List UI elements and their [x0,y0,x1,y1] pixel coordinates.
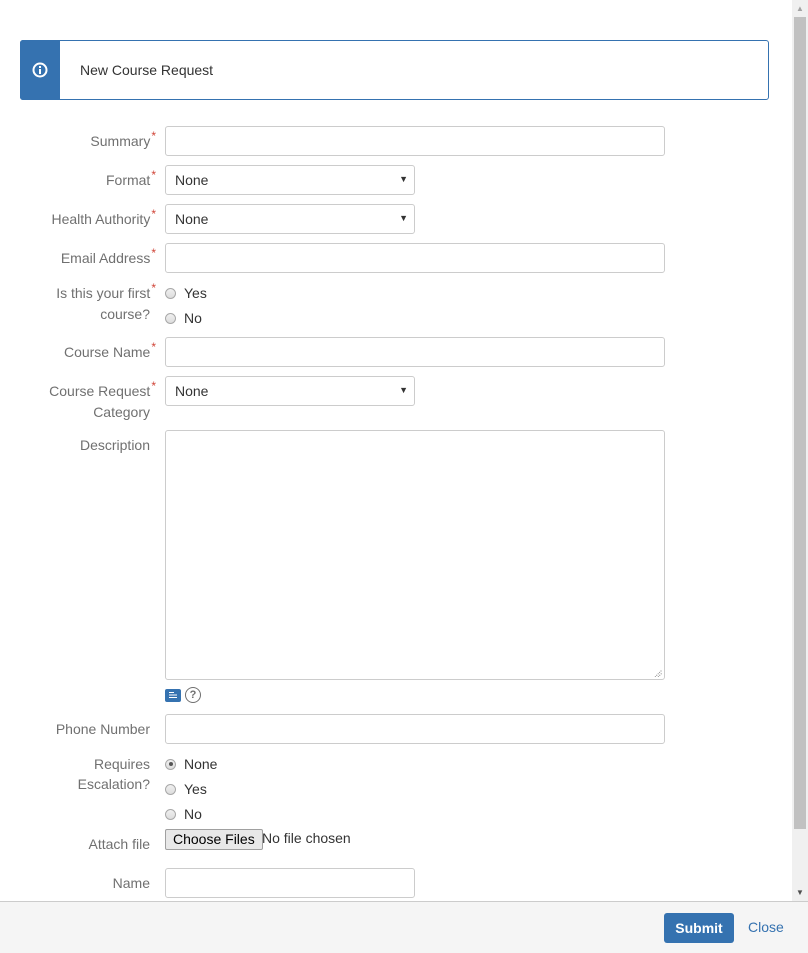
required-asterisk: * [151,246,156,260]
submit-button[interactable]: Submit [664,913,734,943]
radio-none-checked[interactable] [165,758,176,770]
radio-no[interactable] [165,808,176,820]
requires-escalation-label: Requires Escalation? [0,754,150,794]
radio-yes[interactable] [165,783,176,795]
description-toolbar: ? [165,687,201,703]
help-icon[interactable]: ? [185,687,201,703]
first-course-label-line2: course? [100,306,150,322]
format-select[interactable]: None ▼ [165,165,415,195]
scroll-thumb[interactable] [794,17,806,829]
scroll-up-arrow-icon[interactable]: ▲ [792,0,808,17]
course-request-category-select[interactable]: None ▼ [165,376,415,406]
file-status: No file chosen [262,830,351,846]
health-authority-label-text: Health Authority [51,211,151,227]
radio-label: Yes [184,781,207,797]
lines-glyph [169,692,177,698]
first-course-no-option[interactable]: No [165,308,202,328]
info-banner: New Course Request [20,40,769,100]
name-label: Name [112,875,150,891]
resize-grip-icon[interactable] [654,669,662,677]
dropdown-arrow-icon: ▼ [399,213,408,223]
radio-no[interactable] [165,312,176,324]
format-selected-value: None [175,172,209,188]
info-icon [32,62,48,78]
course-name-label-text: Course Name [63,344,151,360]
description-textarea[interactable] [165,430,665,680]
required-asterisk: * [151,379,156,393]
escalation-none-option[interactable]: None [165,754,217,774]
category-selected-value: None [175,383,209,399]
radio-label: None [184,756,218,772]
banner-icon-box [20,40,60,100]
email-label: Email Address* [0,246,156,269]
required-asterisk: * [151,281,156,295]
email-input[interactable] [165,243,665,273]
escalation-no-option[interactable]: No [165,804,202,824]
health-authority-label: Health Authority* [0,207,156,230]
escalation-label-line1: Requires [93,756,150,772]
escalation-label-line2: Escalation? [77,776,150,792]
first-course-label-line1: Is this your first [56,285,151,301]
course-name-label: Course Name* [0,340,156,363]
phone-label: Phone Number [55,721,150,737]
close-link[interactable]: Close [748,919,784,935]
form-viewport: New Course Request Summary* Format* None… [0,0,792,901]
first-course-label: Is this your first* course? [0,281,156,324]
scroll-down-arrow-icon[interactable]: ▼ [792,884,808,901]
document-icon[interactable] [165,688,181,702]
radio-label: Yes [184,285,207,301]
dropdown-arrow-icon: ▼ [399,385,408,395]
vertical-scrollbar[interactable]: ▲ ▼ [792,0,808,901]
required-asterisk: * [151,207,156,221]
course-request-category-label: Course Request* Category [0,379,156,422]
required-asterisk: * [151,340,156,354]
name-input[interactable] [165,868,415,898]
dropdown-arrow-icon: ▼ [399,174,408,184]
health-authority-select[interactable]: None ▼ [165,204,415,234]
required-asterisk: * [151,168,156,182]
format-label: Format* [0,168,156,191]
description-label: Description [79,437,150,453]
attach-file-label: Attach file [88,836,150,852]
choose-files-button[interactable]: Choose Files [165,829,263,850]
radio-yes[interactable] [165,287,176,299]
dialog-footer: Submit Close [0,901,808,953]
summary-label-text: Summary [90,133,151,149]
first-course-yes-option[interactable]: Yes [165,283,207,303]
summary-input[interactable] [165,126,665,156]
summary-label: Summary* [0,129,156,152]
required-asterisk: * [151,129,156,143]
format-label-text: Format [105,172,151,188]
escalation-yes-option[interactable]: Yes [165,779,207,799]
radio-label: No [184,310,202,326]
banner-title: New Course Request [80,62,214,78]
email-label-text: Email Address [60,250,151,266]
course-name-input[interactable] [165,337,665,367]
health-authority-selected-value: None [175,211,209,227]
phone-input[interactable] [165,714,665,744]
radio-label: No [184,806,202,822]
category-label-line1: Course Request [49,383,151,399]
category-label-line2: Category [93,404,150,420]
